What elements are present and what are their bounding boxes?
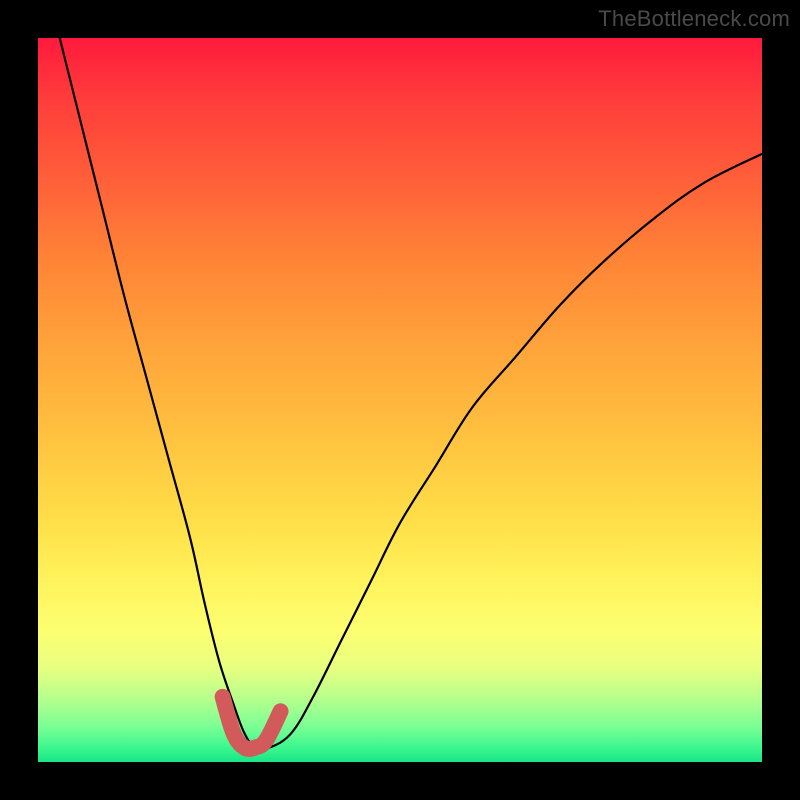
bottleneck-curve bbox=[60, 38, 762, 749]
chart-frame: TheBottleneck.com bbox=[0, 0, 800, 800]
valley-highlight bbox=[223, 697, 281, 749]
plot-area bbox=[38, 38, 762, 762]
curve-svg bbox=[38, 38, 762, 762]
watermark-text: TheBottleneck.com bbox=[598, 6, 790, 32]
